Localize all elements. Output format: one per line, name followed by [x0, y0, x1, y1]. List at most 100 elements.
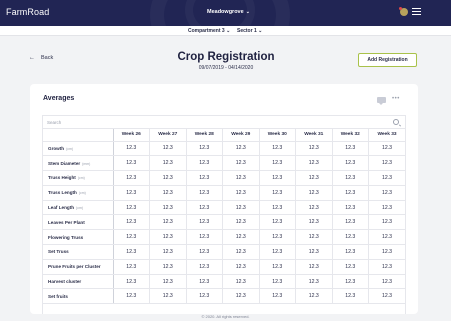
value-cell[interactable]: 12.3 — [113, 200, 150, 216]
value-cell[interactable]: 12.3 — [186, 200, 223, 216]
value-cell[interactable]: 12.3 — [332, 141, 369, 157]
value-cell[interactable]: 12.3 — [222, 259, 260, 275]
value-cell[interactable]: 12.3 — [149, 155, 187, 172]
value-cell[interactable]: 12.3 — [259, 141, 296, 157]
value-cell[interactable]: 12.3 — [295, 155, 333, 172]
value-cell[interactable]: 12.3 — [186, 214, 223, 231]
value-cell[interactable]: 12.3 — [113, 170, 150, 186]
value-cell[interactable]: 12.3 — [368, 214, 405, 231]
value-cell[interactable]: 12.3 — [332, 288, 369, 305]
value-cell[interactable]: 12.3 — [186, 155, 223, 172]
value-cell[interactable]: 12.3 — [259, 274, 296, 290]
value-cell[interactable]: 12.3 — [113, 141, 150, 157]
value-cell[interactable]: 12.3 — [368, 200, 405, 216]
value-cell[interactable]: 12.3 — [222, 141, 260, 157]
value-cell[interactable]: 12.3 — [368, 274, 405, 290]
value-cell[interactable]: 12.3 — [332, 259, 369, 275]
value-cell[interactable]: 12.3 — [113, 259, 150, 275]
value-cell[interactable]: 12.3 — [295, 229, 333, 246]
value-cell[interactable]: 12.3 — [295, 185, 333, 201]
sector-selector[interactable]: Sector 1 ⌄ — [237, 28, 262, 34]
value-cell[interactable]: 12.3 — [222, 170, 260, 186]
value-cell[interactable]: 12.3 — [113, 155, 150, 172]
search-icon[interactable] — [393, 119, 399, 125]
value-cell[interactable]: 12.3 — [332, 185, 369, 201]
value-cell[interactable]: 12.3 — [186, 170, 223, 186]
value-cell[interactable]: 12.3 — [295, 200, 333, 216]
value-cell[interactable]: 12.3 — [113, 274, 150, 290]
hamburger-menu-icon[interactable] — [412, 8, 421, 17]
value-cell[interactable]: 12.3 — [113, 244, 150, 260]
value-cell[interactable]: 12.3 — [149, 170, 187, 186]
value-cell[interactable]: 12.3 — [222, 214, 260, 231]
value-cell[interactable]: 12.3 — [332, 170, 369, 186]
value-cell[interactable]: 12.3 — [368, 229, 405, 246]
search-input[interactable] — [47, 118, 377, 127]
value-cell[interactable]: 12.3 — [259, 200, 296, 216]
app-logo[interactable]: FarmRoad — [6, 7, 49, 17]
value-cell[interactable]: 12.3 — [186, 259, 223, 275]
value-cell[interactable]: 12.3 — [149, 185, 187, 201]
value-cell[interactable]: 12.3 — [222, 185, 260, 201]
value-cell[interactable]: 12.3 — [295, 141, 333, 157]
value-cell[interactable]: 12.3 — [332, 200, 369, 216]
row-unit: (cm) — [78, 191, 86, 196]
value-cell[interactable]: 12.3 — [332, 274, 369, 290]
value-cell[interactable]: 12.3 — [259, 185, 296, 201]
value-cell[interactable]: 12.3 — [113, 185, 150, 201]
value-cell[interactable]: 12.3 — [259, 259, 296, 275]
value-cell[interactable]: 12.3 — [149, 288, 187, 305]
value-cell[interactable]: 12.3 — [259, 244, 296, 260]
value-cell[interactable]: 12.3 — [113, 288, 150, 305]
value-cell[interactable]: 12.3 — [368, 288, 405, 305]
value-cell[interactable]: 12.3 — [149, 229, 187, 246]
value-cell[interactable]: 12.3 — [368, 141, 405, 157]
value-cell[interactable]: 12.3 — [259, 214, 296, 231]
value-cell[interactable]: 12.3 — [186, 141, 223, 157]
location-selector[interactable]: Meadowgrove ⌄ — [207, 9, 250, 15]
value-cell[interactable]: 12.3 — [295, 288, 333, 305]
value-cell[interactable]: 12.3 — [149, 274, 187, 290]
value-cell[interactable]: 12.3 — [368, 259, 405, 275]
value-cell[interactable]: 12.3 — [259, 229, 296, 246]
value-cell[interactable]: 12.3 — [295, 274, 333, 290]
value-cell[interactable]: 12.3 — [149, 244, 187, 260]
value-cell[interactable]: 12.3 — [259, 288, 296, 305]
value-cell[interactable]: 12.3 — [113, 229, 150, 246]
value-cell[interactable]: 12.3 — [368, 244, 405, 260]
value-cell[interactable]: 12.3 — [222, 244, 260, 260]
value-cell[interactable]: 12.3 — [368, 155, 405, 172]
value-cell[interactable]: 12.3 — [222, 274, 260, 290]
value-cell[interactable]: 12.3 — [332, 214, 369, 231]
value-cell[interactable]: 12.3 — [222, 155, 260, 172]
chat-icon[interactable] — [377, 97, 386, 105]
value-cell[interactable]: 12.3 — [149, 200, 187, 216]
back-link[interactable]: ← Back — [29, 55, 53, 61]
value-cell[interactable]: 12.3 — [332, 229, 369, 246]
value-cell[interactable]: 12.3 — [332, 244, 369, 260]
value-cell[interactable]: 12.3 — [295, 259, 333, 275]
value-cell[interactable]: 12.3 — [186, 274, 223, 290]
value-cell[interactable]: 12.3 — [149, 259, 187, 275]
value-cell[interactable]: 12.3 — [368, 185, 405, 201]
value-cell[interactable]: 12.3 — [295, 244, 333, 260]
value-cell[interactable]: 12.3 — [149, 141, 187, 157]
value-cell[interactable]: 12.3 — [259, 155, 296, 172]
value-cell[interactable]: 12.3 — [149, 214, 187, 231]
value-cell[interactable]: 12.3 — [186, 185, 223, 201]
value-cell[interactable]: 12.3 — [222, 288, 260, 305]
value-cell[interactable]: 12.3 — [186, 229, 223, 246]
value-cell[interactable]: 12.3 — [368, 170, 405, 186]
value-cell[interactable]: 12.3 — [186, 244, 223, 260]
value-cell[interactable]: 12.3 — [222, 200, 260, 216]
add-registration-button[interactable]: Add Registration — [358, 53, 417, 67]
value-cell[interactable]: 12.3 — [295, 170, 333, 186]
value-cell[interactable]: 12.3 — [332, 155, 369, 172]
value-cell[interactable]: 12.3 — [222, 229, 260, 246]
value-cell[interactable]: 12.3 — [113, 214, 150, 231]
value-cell[interactable]: 12.3 — [259, 170, 296, 186]
value-cell[interactable]: 12.3 — [295, 214, 333, 231]
more-options-icon[interactable]: ••• — [392, 96, 400, 102]
value-cell[interactable]: 12.3 — [186, 288, 223, 305]
compartment-selector[interactable]: Compartment 3 ⌄ — [188, 28, 230, 34]
